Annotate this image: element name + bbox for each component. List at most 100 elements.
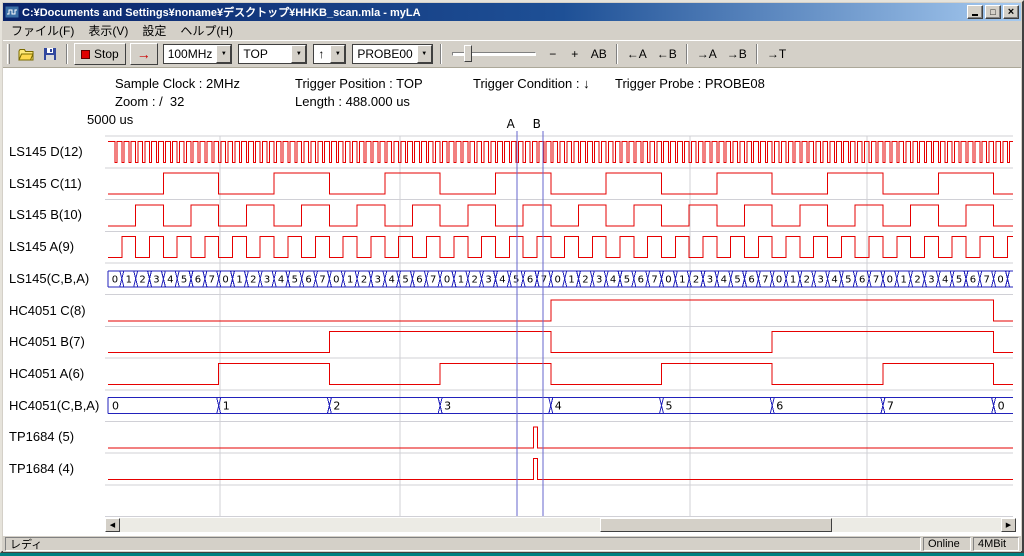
bus-value: 6 bbox=[305, 274, 311, 285]
bus-value: 4 bbox=[831, 274, 837, 285]
bus-value: 7 bbox=[762, 274, 768, 285]
bus-value: 4 bbox=[721, 274, 727, 285]
scroll-left-button[interactable]: ◀ bbox=[105, 518, 120, 532]
close-icon: × bbox=[1008, 6, 1014, 18]
scroll-right-button[interactable]: ▶ bbox=[1001, 518, 1016, 532]
wave-channel-7 bbox=[108, 363, 1013, 384]
bus-value: 6 bbox=[416, 274, 422, 285]
channel-label: HC4051(C,B,A) bbox=[9, 398, 99, 413]
channel-label: HC4051 A(6) bbox=[9, 366, 84, 381]
horizontal-scrollbar[interactable]: ◀ ▶ bbox=[105, 518, 1016, 532]
bus-value: 7 bbox=[651, 274, 657, 285]
menu-help[interactable]: ヘルプ(H) bbox=[173, 20, 240, 41]
probe-select[interactable]: PROBE00 ▼ bbox=[352, 44, 432, 64]
channel-label: TP1684 (4) bbox=[9, 461, 74, 476]
wave-channel-0 bbox=[108, 142, 1013, 163]
trigger-probe-label: Trigger Probe : PROBE08 bbox=[615, 76, 765, 91]
trigger-edge-select[interactable]: ↑ ▼ bbox=[313, 44, 346, 64]
goto-cursor-a-left-button[interactable]: ←A bbox=[623, 44, 651, 64]
scrollbar-thumb[interactable] bbox=[600, 518, 832, 532]
zoom-out-button[interactable]: − bbox=[543, 44, 563, 64]
title-bar[interactable]: C:¥Documents and Settings¥noname¥デスクトップ¥… bbox=[3, 3, 1021, 21]
close-button[interactable]: × bbox=[1003, 5, 1019, 19]
run-arrow-icon: → bbox=[137, 47, 151, 61]
bus-value: 6 bbox=[776, 400, 783, 413]
scroll-left-icon: ◀ bbox=[110, 521, 115, 529]
grid-lines bbox=[105, 136, 1013, 517]
clock-select-value: 100MHz bbox=[164, 45, 217, 63]
dropdown-arrow-icon[interactable]: ▼ bbox=[216, 45, 231, 63]
bus-value: 2 bbox=[361, 274, 367, 285]
zoom-slider-thumb[interactable] bbox=[464, 45, 472, 62]
bus-value: 4 bbox=[555, 400, 562, 413]
app-icon bbox=[5, 5, 19, 19]
bus-value: 2 bbox=[139, 274, 145, 285]
bus-value: 3 bbox=[928, 274, 934, 285]
trigger-position-select[interactable]: TOP ▼ bbox=[238, 44, 307, 64]
maximize-icon: □ bbox=[990, 7, 995, 17]
stop-button[interactable]: Stop bbox=[74, 43, 126, 65]
open-folder-icon bbox=[18, 48, 34, 61]
bus-value: 2 bbox=[582, 274, 588, 285]
bus-value: 7 bbox=[541, 274, 547, 285]
length-label: Length : 488.000 us bbox=[295, 94, 410, 109]
bus-value: 5 bbox=[181, 274, 187, 285]
run-button[interactable]: → bbox=[130, 43, 158, 65]
bus-value: 0 bbox=[776, 274, 782, 285]
bus-value: 2 bbox=[250, 274, 256, 285]
channel-label: LS145 D(12) bbox=[9, 144, 83, 159]
bus-value: 3 bbox=[818, 274, 824, 285]
goto-cursor-a-right-button[interactable]: →A bbox=[693, 44, 721, 64]
bus-value: 0 bbox=[112, 400, 119, 413]
bus-value: 1 bbox=[458, 274, 464, 285]
stop-icon bbox=[81, 50, 90, 59]
minimize-button[interactable] bbox=[967, 5, 983, 19]
toolbar-grip[interactable] bbox=[7, 44, 10, 64]
zoom-in-button[interactable]: + bbox=[565, 44, 585, 64]
dropdown-arrow-icon[interactable]: ▼ bbox=[291, 45, 306, 63]
bus-value: 0 bbox=[222, 274, 228, 285]
menu-view[interactable]: 表示(V) bbox=[81, 20, 135, 41]
bus-value: 0 bbox=[997, 274, 1003, 285]
toolbar-separator bbox=[686, 44, 688, 64]
bus-value: 3 bbox=[153, 274, 159, 285]
bus-value: 4 bbox=[942, 274, 948, 285]
bus-value: 5 bbox=[292, 274, 298, 285]
window-title: C:¥Documents and Settings¥noname¥デスクトップ¥… bbox=[22, 4, 964, 20]
cursor-A-label: A bbox=[507, 117, 516, 131]
zoom-slider[interactable] bbox=[452, 44, 536, 64]
bus-value: 4 bbox=[499, 274, 505, 285]
bus-value: 1 bbox=[126, 274, 132, 285]
channel-label: LS145(C,B,A) bbox=[9, 271, 89, 286]
goto-cursor-b-right-button[interactable]: →B bbox=[723, 44, 751, 64]
scrollbar-track[interactable] bbox=[120, 518, 1001, 532]
bus-value: 2 bbox=[333, 400, 340, 413]
channel-label: LS145 A(9) bbox=[9, 239, 74, 254]
bus-value: 5 bbox=[513, 274, 519, 285]
bus-value: 6 bbox=[195, 274, 201, 285]
trigger-position-label: Trigger Position : TOP bbox=[295, 76, 423, 91]
bus-value: 5 bbox=[734, 274, 740, 285]
menu-settings[interactable]: 設定 bbox=[135, 20, 173, 41]
wave-channel-2 bbox=[108, 205, 1013, 226]
toolbar-separator bbox=[756, 44, 758, 64]
bus-value: 3 bbox=[444, 400, 451, 413]
maximize-button[interactable]: □ bbox=[985, 5, 1001, 19]
goto-trigger-button[interactable]: →T bbox=[763, 44, 790, 64]
trigger-position-value: TOP bbox=[239, 45, 291, 63]
goto-cursor-b-left-button[interactable]: ←B bbox=[653, 44, 681, 64]
bus-value: 1 bbox=[236, 274, 242, 285]
channel-label: HC4051 B(7) bbox=[9, 334, 85, 349]
menu-file[interactable]: ファイル(F) bbox=[4, 20, 81, 41]
ab-range-button[interactable]: AB bbox=[587, 44, 611, 64]
bus-value: 0 bbox=[665, 274, 671, 285]
bus-value: 1 bbox=[223, 400, 230, 413]
dropdown-arrow-icon[interactable]: ▼ bbox=[417, 45, 432, 63]
cursor-B-label: B bbox=[533, 117, 541, 131]
status-online: Online bbox=[923, 537, 971, 551]
bus-value: 4 bbox=[389, 274, 395, 285]
open-button[interactable] bbox=[14, 43, 38, 65]
clock-select[interactable]: 100MHz ▼ bbox=[163, 44, 233, 64]
save-button[interactable] bbox=[38, 43, 62, 65]
dropdown-arrow-icon[interactable]: ▼ bbox=[330, 45, 345, 63]
